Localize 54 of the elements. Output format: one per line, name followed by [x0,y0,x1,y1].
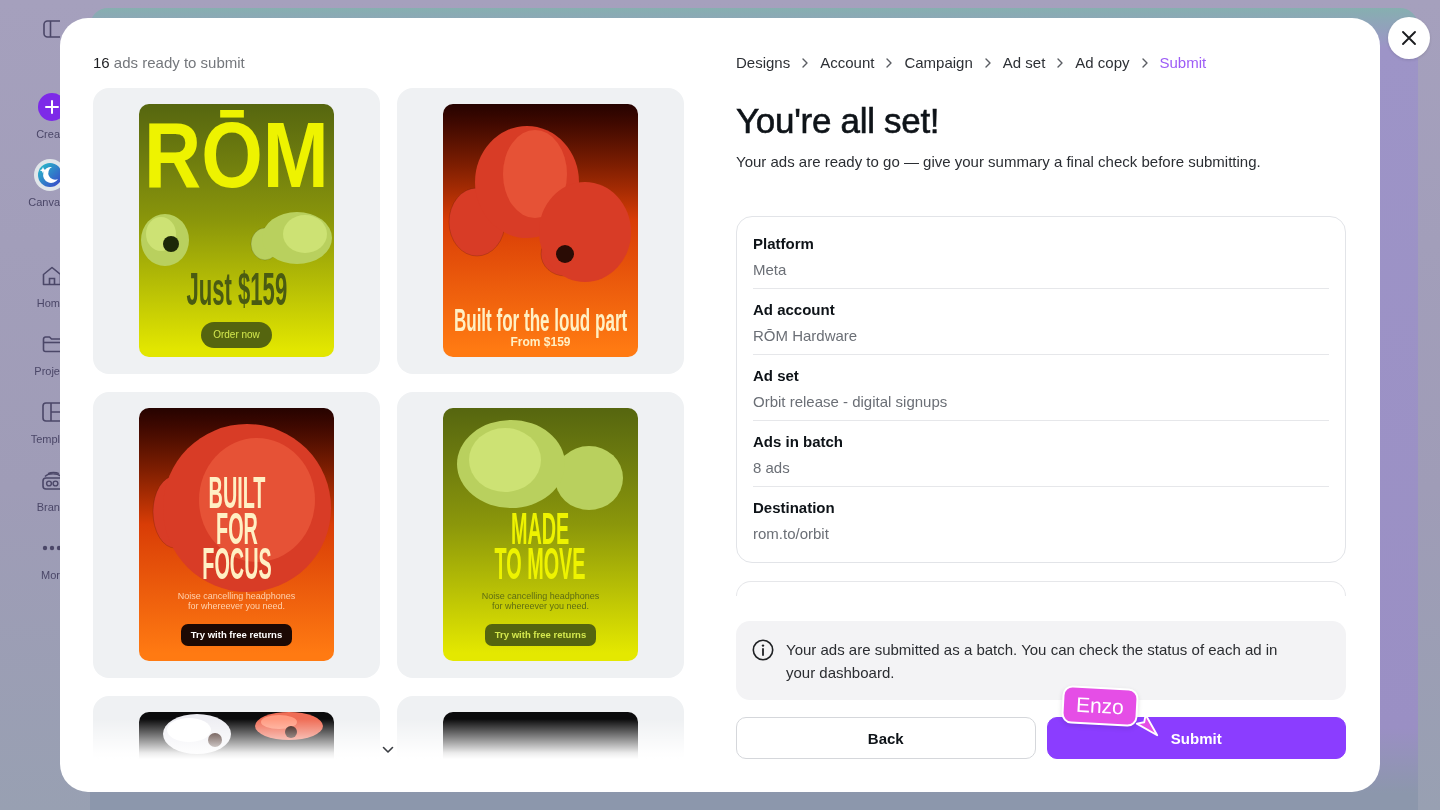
ad-headline: BUILT FOR FOCUS [201,475,272,581]
sidebar-item[interactable]: Bran [0,464,60,532]
ad-brand-name: RŌM [144,104,329,208]
ad-cta-pill: Try with free returns [484,624,597,646]
ad-cta-pill: Try with free returns [180,624,293,646]
close-button[interactable] [1388,17,1430,59]
sidebar-item[interactable]: Proje [0,328,60,396]
summary-value: 8 ads [753,459,790,477]
primary-button[interactable]: Submit [1046,717,1346,759]
ad-cta-pill: Order now [201,321,272,348]
breadcrumb-step[interactable]: Campaign [904,54,973,72]
breadcrumb-step[interactable]: Submit [1159,54,1207,72]
chevron-right-icon [886,58,893,68]
ad-price-text: From $159 [510,335,571,349]
summary-label: Destination [753,499,835,517]
earbud-drawing [163,714,231,754]
close-icon [1401,30,1417,46]
summary-value: RŌM Hardware [753,327,858,345]
breadcrumb-step[interactable]: Designs [736,54,791,72]
info-text: Your ads are submitted as a batch. You can check the status of each ad in your dashboard. [786,640,1279,683]
dialog-title: You're all set! [736,101,941,141]
summary-label: Platform [753,235,814,253]
earbud-drawing [255,712,323,740]
chevron-down-icon[interactable] [382,746,394,754]
brand-kit-icon [42,470,60,490]
layout-icon [42,402,60,422]
dialog-subtitle: Your ads are ready to go — give your summary a final check before submitting. [736,152,1262,172]
sidebar-item[interactable]: Mor [0,532,60,600]
ads-count-text: 16 ads ready to submit [93,54,246,72]
ad-body-text: Noise cancelling headphones for whereever you need. [480,592,601,611]
summary-value: Orbit release - digital signups [753,393,948,411]
chevron-right-icon [802,58,809,68]
chevron-right-icon [984,58,991,68]
ad-body-text: Noise cancelling headphones for whereever you need. [176,592,297,611]
chevron-right-icon [1141,58,1148,68]
secondary-button[interactable]: Back [736,717,1036,759]
summary-value: rom.to/orbit [753,525,829,543]
summary-label: Ad set [753,367,799,385]
ad-headline: MADE TO MOVE [495,510,586,581]
summary-value: Meta [753,261,787,279]
more-icon [42,545,60,551]
breadcrumb-step[interactable]: Ad copy [1075,54,1130,72]
summary-label: Ads in batch [753,433,843,451]
info-icon [752,639,774,661]
chevron-right-icon [1057,58,1064,68]
breadcrumb-step[interactable]: Account [820,54,875,72]
earbud-drawing [141,214,189,266]
sidebar-item[interactable]: Crea [0,91,60,159]
summary-label: Ad account [753,301,835,319]
breadcrumb-step[interactable]: Ad set [1002,54,1046,72]
folder-icon [42,335,60,353]
sidebar-toggle-icon[interactable] [43,20,60,38]
sidebar-item[interactable]: Templ [0,396,60,464]
ad-headline: Just $159 [186,265,287,312]
